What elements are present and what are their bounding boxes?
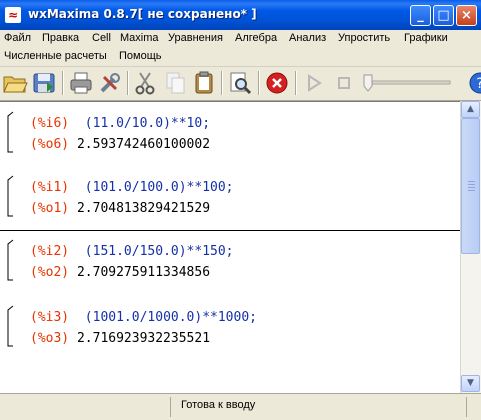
scroll-thumb[interactable] xyxy=(461,118,480,254)
interrupt-button[interactable] xyxy=(263,69,291,97)
output-value: 2.704813829421529 xyxy=(76,201,211,216)
slider-thumb-icon[interactable] xyxy=(363,74,373,92)
cell-bracket-icon[interactable] xyxy=(6,304,14,348)
menu-edit[interactable]: Правка xyxy=(42,32,79,44)
cell-bracket-icon[interactable] xyxy=(6,238,14,282)
status-text: Готова к вводу xyxy=(181,399,256,411)
menu-simplify[interactable]: Упростить xyxy=(338,32,390,44)
menu-numeric[interactable]: Численные расчеты xyxy=(4,50,107,62)
copy-button[interactable] xyxy=(162,69,190,97)
input-expression[interactable]: (101.0/100.0)**100; xyxy=(85,180,234,195)
save-button[interactable] xyxy=(30,69,58,97)
scroll-up-button[interactable]: ▲ xyxy=(461,101,480,118)
svg-text:?: ? xyxy=(476,76,481,92)
output-label: (%o1) xyxy=(30,201,70,216)
menu-bar: Файл Правка Cell Maxima Уравнения Алгебр… xyxy=(0,30,481,67)
menu-plotting[interactable]: Графики xyxy=(404,32,448,44)
print-button[interactable] xyxy=(67,69,95,97)
animation-slider[interactable] xyxy=(362,69,454,97)
output-value: 2.593742460100002 xyxy=(76,137,211,152)
toolbar: ? xyxy=(0,67,481,101)
print-icon xyxy=(70,72,92,94)
play-button[interactable] xyxy=(300,69,328,97)
window-title: wxMaxima 0.8.7[ не сохранено* ] xyxy=(28,7,257,21)
menu-calculus[interactable]: Анализ xyxy=(289,32,326,44)
maximize-icon: □ xyxy=(437,8,450,23)
interrupt-icon xyxy=(266,72,288,94)
title-bar: ≈ wxMaxima 0.8.7[ не сохранено* ] _ □ × xyxy=(0,0,481,30)
find-icon xyxy=(230,72,252,95)
open-button[interactable] xyxy=(1,69,29,97)
preferences-icon xyxy=(100,73,120,93)
save-icon xyxy=(33,73,55,93)
input-label: (%i1) xyxy=(30,180,70,195)
cell-bracket-icon[interactable] xyxy=(6,174,14,218)
status-bar: Готова к вводу xyxy=(0,393,481,420)
menu-maxima[interactable]: Maxima xyxy=(120,32,159,44)
open-icon xyxy=(3,76,28,93)
input-expression[interactable]: (1001.0/1000.0)**1000; xyxy=(85,310,257,325)
play-icon xyxy=(308,74,322,92)
output-value: 2.716923932235521 xyxy=(76,331,211,346)
paste-icon xyxy=(195,71,213,94)
input-expression[interactable]: (11.0/10.0)**10; xyxy=(85,116,210,131)
cell-bracket-icon[interactable] xyxy=(6,110,14,154)
menu-algebra[interactable]: Алгебра xyxy=(235,32,277,44)
menu-file[interactable]: Файл xyxy=(4,32,31,44)
menu-help[interactable]: Помощь xyxy=(119,50,162,62)
close-icon: × xyxy=(461,8,472,23)
output-label: (%o2) xyxy=(30,265,70,280)
input-label: (%i6) xyxy=(30,116,70,131)
stop-icon xyxy=(338,77,350,89)
cut-icon xyxy=(135,72,155,95)
help-icon: ? xyxy=(469,72,481,94)
scroll-up-icon: ▲ xyxy=(467,104,474,114)
minimize-button[interactable]: _ xyxy=(410,5,431,26)
vertical-scrollbar[interactable]: ▲ ▼ xyxy=(460,101,481,393)
cell-1[interactable]: (%i6) (11.0/10.0)**10; (%o6) 2.593742460… xyxy=(0,110,460,158)
maximize-button[interactable]: □ xyxy=(433,5,454,26)
insertion-cursor-line xyxy=(0,230,460,231)
output-value: 2.709275911334856 xyxy=(76,265,211,280)
cut-button[interactable] xyxy=(131,69,159,97)
stop-button[interactable] xyxy=(330,69,358,97)
cell-3[interactable]: (%i2) (151.0/150.0)**150; (%o2) 2.709275… xyxy=(0,238,460,286)
input-label: (%i3) xyxy=(30,310,70,325)
worksheet[interactable]: (%i6) (11.0/10.0)**10; (%o6) 2.593742460… xyxy=(0,101,460,394)
output-label: (%o3) xyxy=(30,331,70,346)
minimize-icon: _ xyxy=(417,8,424,23)
help-button[interactable]: ? xyxy=(466,69,481,97)
wxmaxima-app-icon[interactable]: ≈ xyxy=(5,7,21,23)
input-expression[interactable]: (151.0/150.0)**150; xyxy=(85,244,234,259)
close-button[interactable]: × xyxy=(456,5,477,26)
output-label: (%o6) xyxy=(30,137,70,152)
scroll-down-icon: ▼ xyxy=(467,378,474,388)
menu-equations[interactable]: Уравнения xyxy=(168,32,223,44)
input-label: (%i2) xyxy=(30,244,70,259)
menu-cell[interactable]: Cell xyxy=(92,32,111,44)
preferences-button[interactable] xyxy=(96,69,124,97)
cell-4[interactable]: (%i3) (1001.0/1000.0)**1000; (%o3) 2.716… xyxy=(0,304,460,352)
copy-icon xyxy=(166,72,185,94)
paste-button[interactable] xyxy=(190,69,218,97)
cell-2[interactable]: (%i1) (101.0/100.0)**100; (%o1) 2.704813… xyxy=(0,174,460,222)
find-button[interactable] xyxy=(226,69,254,97)
scroll-down-button[interactable]: ▼ xyxy=(461,375,480,392)
